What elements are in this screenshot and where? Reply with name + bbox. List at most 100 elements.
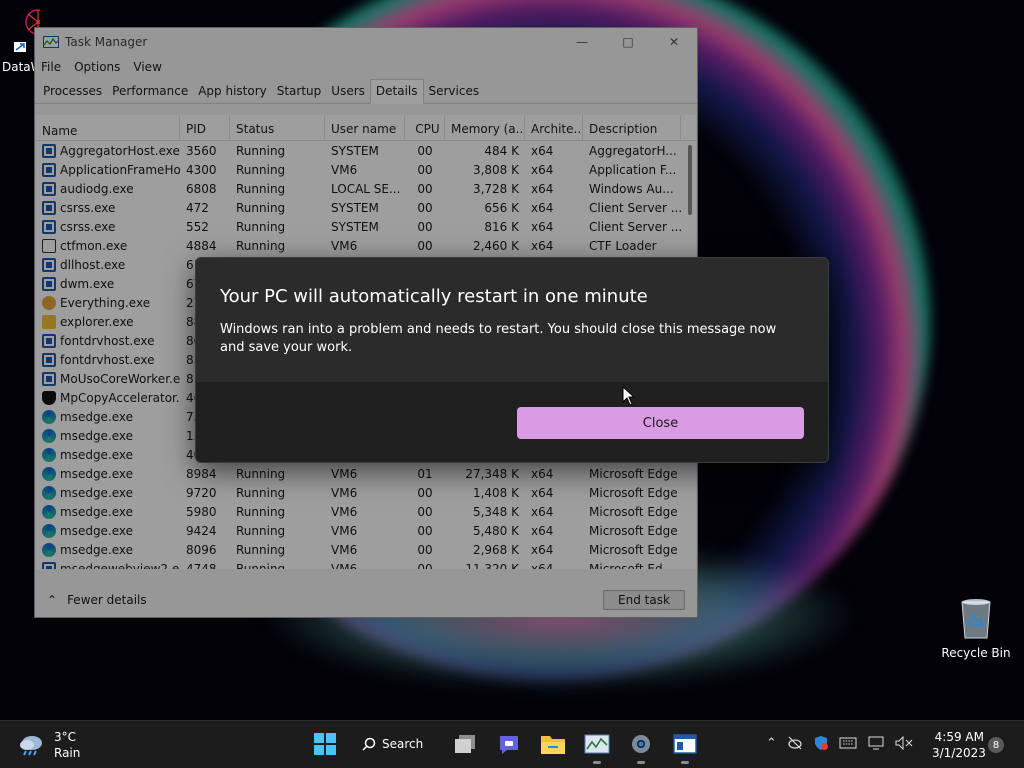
process-window-icon xyxy=(42,561,56,569)
column-header-cpu[interactable]: CPU xyxy=(405,115,445,140)
edge-browser-icon xyxy=(42,504,56,519)
cell-description: AggregatorH... xyxy=(589,143,677,158)
cell-status: Running xyxy=(236,523,286,538)
cell-cpu: 00 xyxy=(417,181,433,196)
security-shield-icon[interactable] xyxy=(813,735,829,751)
rain-cloud-icon xyxy=(20,736,42,756)
cell-status: Running xyxy=(236,466,286,481)
table-row[interactable]: csrss.exe 552 Running SYSTEM 00 816 K x64 Clien… xyxy=(36,217,696,236)
cell-user: SYSTEM xyxy=(331,219,379,234)
desktop-icon-label: Recycle Bin xyxy=(941,646,1011,660)
app-window-button[interactable] xyxy=(670,727,700,764)
cell-cpu: 00 xyxy=(417,238,433,253)
process-name: fontdrvhost.exe xyxy=(60,352,155,367)
cell-description: Client Server ... xyxy=(589,219,681,234)
maximize-icon: □ xyxy=(622,35,634,49)
table-row[interactable]: msedge.exe 9720 Running VM6 00 1,408 K x64 Micr… xyxy=(36,483,696,502)
table-row[interactable]: csrss.exe 472 Running SYSTEM 00 656 K x64 Clien… xyxy=(36,198,696,217)
cell-architecture: x64 xyxy=(531,238,554,253)
tab-services[interactable]: Services xyxy=(424,80,485,103)
column-header-status[interactable]: Status xyxy=(230,115,325,140)
close-button[interactable]: Close xyxy=(517,407,804,439)
cell-user: VM6 xyxy=(331,162,358,177)
cell-pid: 4748 xyxy=(186,561,217,570)
task-manager-taskbar-button[interactable] xyxy=(582,727,612,764)
cell-user: VM6 xyxy=(331,542,358,557)
settings-button[interactable] xyxy=(626,727,656,764)
cell-architecture: x64 xyxy=(531,466,554,481)
cell-description: Microsoft Edge xyxy=(589,485,678,500)
volume-muted-icon[interactable] xyxy=(895,736,913,750)
recycle-bin-icon xyxy=(961,599,991,639)
cell-name: msedge.exe xyxy=(36,466,180,481)
process-name: msedge.exe xyxy=(60,409,134,424)
column-header-pid[interactable]: PID xyxy=(180,115,230,140)
cell-name: fontdrvhost.exe xyxy=(36,352,180,367)
weather-widget[interactable]: 3°C Rain xyxy=(18,729,80,761)
cell-status: Running xyxy=(236,200,286,215)
cell-memory: 656 K xyxy=(484,200,519,215)
keyboard-icon[interactable] xyxy=(839,737,857,749)
cell-pid: 552 xyxy=(186,219,209,234)
table-row[interactable]: msedge.exe 9424 Running VM6 00 5,480 K x64 Micr… xyxy=(36,521,696,540)
start-button[interactable] xyxy=(310,727,340,761)
table-row[interactable]: msedge.exe 8096 Running VM6 00 2,968 K x64 Micr… xyxy=(36,540,696,559)
process-name: MoUsoCoreWorker.e... xyxy=(60,371,180,386)
table-row[interactable]: msedge.exe 5980 Running VM6 00 5,348 K x64 Micr… xyxy=(36,502,696,521)
process-window-icon xyxy=(42,352,56,367)
table-row[interactable]: ctfmon.exe 4884 Running VM6 00 2,460 K x64 CTF … xyxy=(36,236,696,255)
notification-badge[interactable]: 8 xyxy=(988,737,1004,753)
tab-app-history[interactable]: App history xyxy=(193,80,272,103)
tab-performance[interactable]: Performance xyxy=(107,80,193,103)
taskbar-search-button[interactable]: Search xyxy=(354,727,436,761)
table-row[interactable]: msedgewebview2.exe 4748 Running VM6 00 11,320… xyxy=(36,559,696,569)
menu-options[interactable]: Options xyxy=(74,60,120,74)
table-row[interactable]: audiodg.exe 6808 Running LOCAL SE... 00 3,728… xyxy=(36,179,696,198)
menu-view[interactable]: View xyxy=(133,60,161,74)
end-task-button[interactable]: End task xyxy=(603,590,685,610)
cell-pid: 8984 xyxy=(186,466,217,481)
tab-details[interactable]: Details xyxy=(369,79,424,104)
chevron-up-icon[interactable]: ⌃ xyxy=(766,736,777,751)
column-header-memory[interactable]: Memory (a... xyxy=(445,115,525,140)
menu-file[interactable]: File xyxy=(41,60,61,74)
cell-architecture: x64 xyxy=(531,219,554,234)
cell-name: csrss.exe xyxy=(36,200,180,215)
cell-architecture: x64 xyxy=(531,485,554,500)
close-window-button[interactable]: ✕ xyxy=(651,28,697,56)
column-header-user-name[interactable]: User name xyxy=(325,115,405,140)
cell-status: Running xyxy=(236,542,286,557)
task-manager-icon xyxy=(584,734,610,754)
desktop-icon-recycle-bin[interactable]: Recycle Bin xyxy=(940,596,1012,660)
tab-processes[interactable]: Processes xyxy=(38,80,107,103)
tab-startup[interactable]: Startup xyxy=(272,80,327,103)
column-header-description[interactable]: Description xyxy=(583,115,681,140)
fewer-details-button[interactable]: ⌃ Fewer details xyxy=(47,593,147,607)
column-header-architecture[interactable]: Archite... xyxy=(525,115,583,140)
process-window-icon xyxy=(42,181,56,196)
tab-users[interactable]: Users xyxy=(326,80,370,103)
process-name: audiodg.exe xyxy=(60,181,134,196)
file-explorer-button[interactable] xyxy=(538,727,568,761)
process-name: msedge.exe xyxy=(60,447,134,462)
teams-chat-button[interactable] xyxy=(494,727,524,761)
title-bar[interactable]: Task Manager — □ ✕ xyxy=(35,28,697,56)
maximize-button[interactable]: □ xyxy=(605,28,651,56)
network-icon[interactable] xyxy=(867,736,885,750)
vertical-scrollbar[interactable] xyxy=(688,145,692,215)
cell-memory: 5,348 K xyxy=(472,504,519,519)
table-row[interactable]: msedge.exe 8984 Running VM6 01 27,348 K x64 Mic… xyxy=(36,464,696,483)
cell-description: Microsoft Edge xyxy=(589,542,678,557)
table-row[interactable]: AggregatorHost.exe 3560 Running SYSTEM 00 484… xyxy=(36,141,696,160)
minimize-button[interactable]: — xyxy=(559,28,605,56)
cell-status: Running xyxy=(236,238,286,253)
cloud-offline-icon[interactable] xyxy=(787,736,803,750)
running-indicator xyxy=(593,761,601,764)
cell-architecture: x64 xyxy=(531,200,554,215)
dialog-title: Your PC will automatically restart in on… xyxy=(220,286,648,307)
cell-name: msedge.exe xyxy=(36,409,180,424)
clock[interactable]: 4:59 AM 3/1/2023 xyxy=(932,729,986,761)
table-row[interactable]: ApplicationFrameHo... 4300 Running VM6 00 3,8… xyxy=(36,160,696,179)
task-view-button[interactable] xyxy=(450,727,480,761)
dialog-button-bar: Close xyxy=(196,382,828,462)
